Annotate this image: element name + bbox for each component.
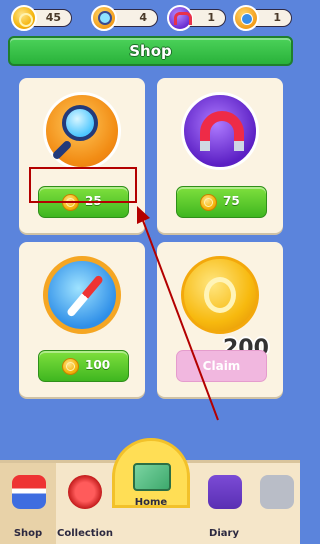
nav-label: Collection (57, 528, 113, 539)
nav-locked[interactable] (252, 463, 300, 544)
nav-label: Home (134, 497, 168, 508)
collection-badge-icon (68, 475, 102, 509)
nav-shop[interactable]: Shop (0, 463, 56, 544)
lock-icon (260, 475, 294, 509)
nav-label: Diary (209, 528, 239, 539)
diary-book-icon (208, 475, 242, 509)
map-icon (133, 463, 171, 491)
shop-icon (12, 475, 46, 509)
nav-collection[interactable]: Collection (56, 463, 114, 544)
nav-home[interactable]: Home (112, 438, 190, 508)
nav-label: Shop (13, 528, 43, 539)
nav-diary[interactable]: Diary (196, 463, 252, 544)
